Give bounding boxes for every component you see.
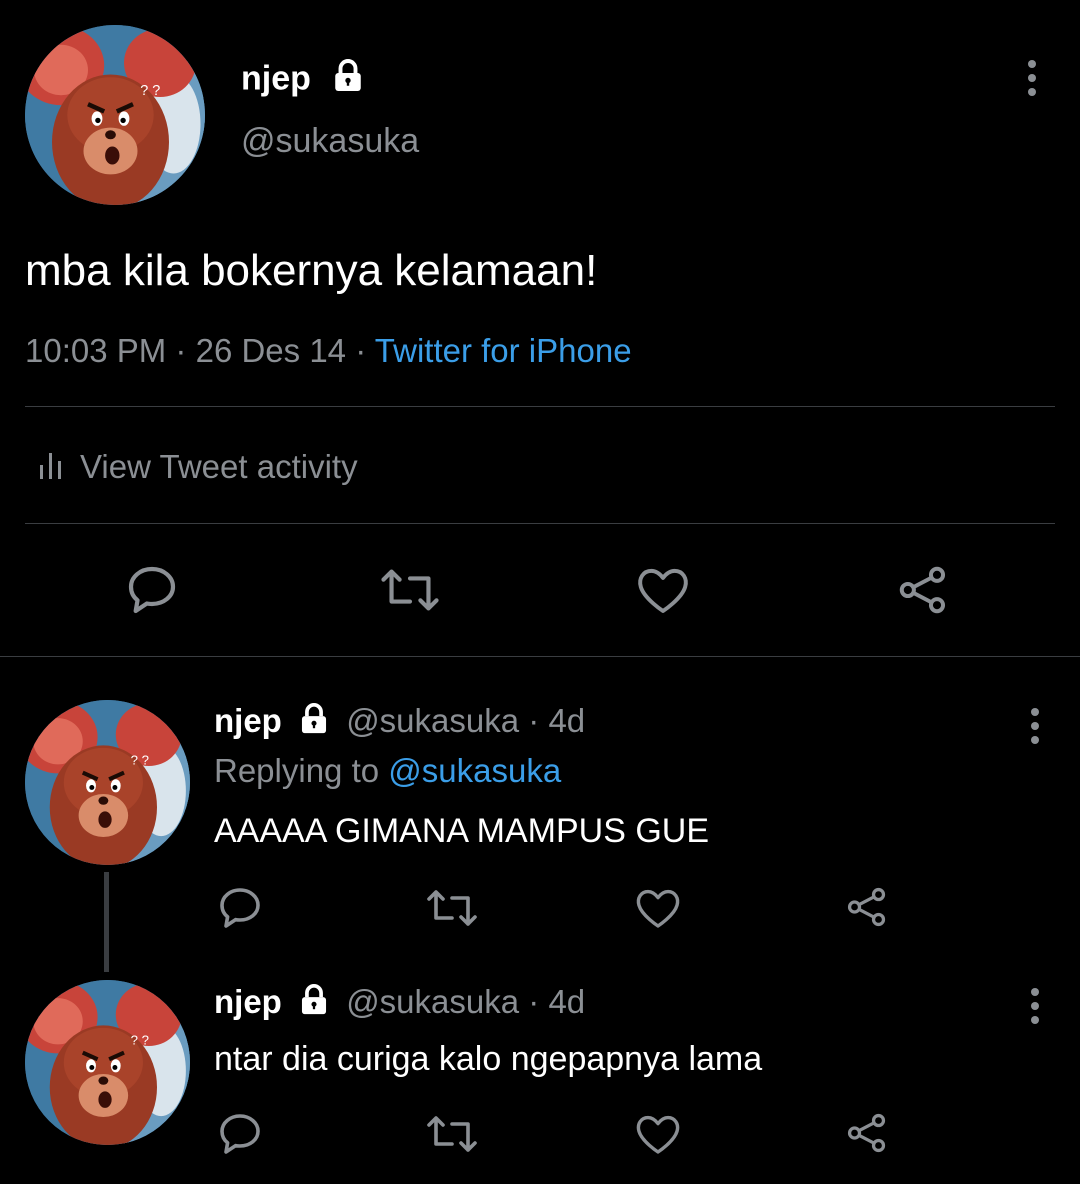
avatar[interactable]: [25, 700, 190, 865]
like-button[interactable]: [634, 884, 682, 932]
share-button[interactable]: [895, 562, 951, 618]
handle: @sukasuka: [346, 983, 520, 1020]
replying-to: Replying to @sukasuka: [214, 752, 562, 789]
display-name[interactable]: njep: [214, 702, 282, 739]
reply-button[interactable]: [216, 884, 264, 932]
heart-icon: [636, 889, 680, 928]
share-icon: [847, 887, 886, 927]
share-button[interactable]: [844, 1110, 890, 1156]
share-button[interactable]: [844, 884, 890, 930]
reply-button[interactable]: [124, 562, 180, 618]
heart-icon: [638, 568, 688, 613]
more-vertical-icon[interactable]: [1029, 708, 1041, 750]
share-icon: [847, 1113, 886, 1153]
tweet-time: 10:03 PM: [25, 332, 167, 369]
reply-text: AAAAA GIMANA MAMPUS GUE: [214, 812, 710, 850]
avatar[interactable]: [25, 25, 205, 205]
divider: [25, 523, 1055, 524]
handle: @sukasuka: [241, 122, 420, 160]
bar-chart-icon: [38, 449, 66, 489]
timestamp: 4d: [548, 702, 586, 739]
tweet-meta: 10:03 PM · 26 Des 14 · Twitter for iPhon…: [25, 332, 632, 369]
view-tweet-activity-link[interactable]: View Tweet activity: [38, 448, 358, 489]
heart-icon: [636, 1115, 680, 1154]
retweet-icon: [381, 569, 439, 611]
lock-icon: [297, 702, 331, 744]
mention-link[interactable]: @sukasuka: [388, 752, 561, 789]
display-name[interactable]: njep: [214, 983, 282, 1020]
reply-icon: [220, 1114, 260, 1154]
reply-icon: [128, 566, 176, 614]
display-name-text: njep: [241, 59, 311, 98]
avatar[interactable]: [25, 980, 190, 1145]
reply-header: njep @sukasuka · 4d: [214, 983, 585, 1025]
like-button[interactable]: [634, 1110, 682, 1158]
reply-text: ntar dia curiga kalo ngepapnya lama: [214, 1040, 763, 1078]
handle: @sukasuka: [346, 702, 520, 739]
retweet-button[interactable]: [426, 884, 478, 932]
more-vertical-icon[interactable]: [1026, 60, 1038, 102]
retweet-button[interactable]: [426, 1110, 478, 1158]
like-button[interactable]: [634, 562, 692, 618]
reply-button[interactable]: [216, 1110, 264, 1158]
divider: [25, 406, 1055, 407]
retweet-icon: [427, 890, 477, 926]
thread-line: [104, 872, 109, 972]
view-tweet-activity-label: View Tweet activity: [80, 448, 358, 485]
share-icon: [899, 566, 946, 614]
divider: [0, 656, 1080, 657]
retweet-icon: [427, 1116, 477, 1152]
tweet-source-link[interactable]: Twitter for iPhone: [375, 332, 632, 369]
retweet-button[interactable]: [380, 562, 440, 618]
display-name[interactable]: njep: [241, 58, 366, 103]
tweet-date: 26 Des 14: [195, 332, 347, 369]
more-vertical-icon[interactable]: [1029, 988, 1041, 1030]
reply-icon: [220, 888, 260, 928]
tweet-text: mba kila bokernya kelamaan!: [25, 246, 598, 295]
lock-icon: [297, 983, 331, 1025]
lock-icon: [330, 58, 366, 103]
timestamp: 4d: [548, 983, 586, 1020]
reply-header: njep @sukasuka · 4d: [214, 702, 585, 744]
